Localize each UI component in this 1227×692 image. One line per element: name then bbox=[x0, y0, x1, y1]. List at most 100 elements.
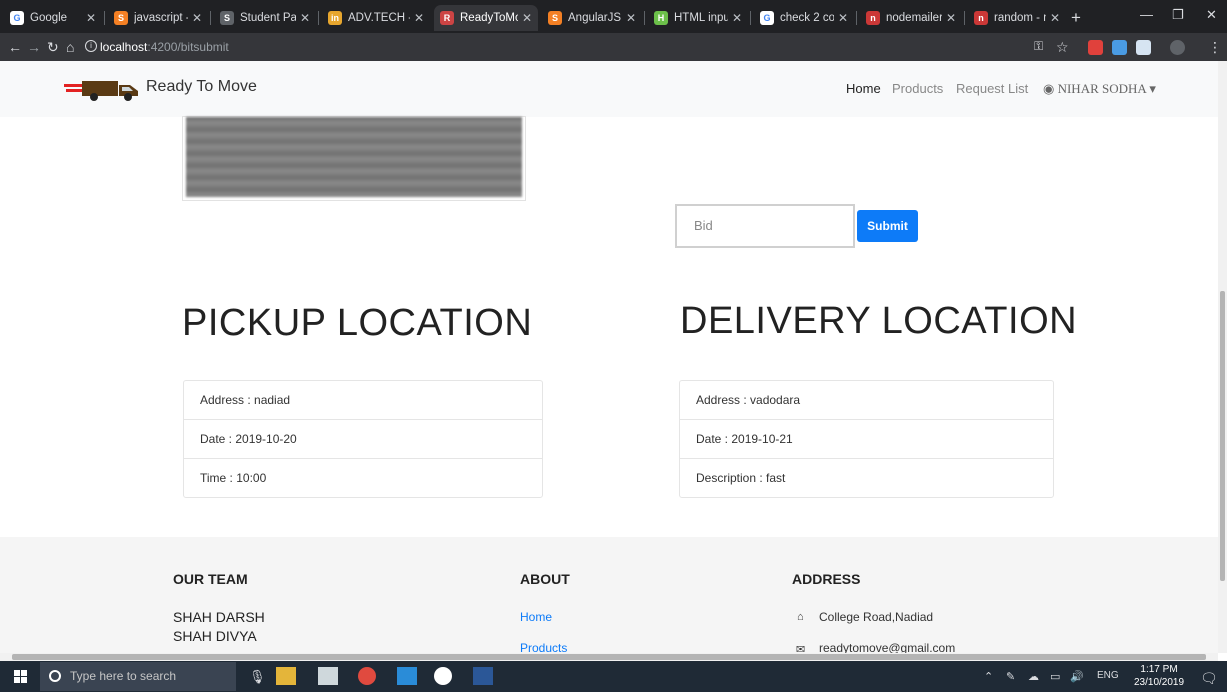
close-tab-icon[interactable]: ✕ bbox=[732, 11, 742, 25]
back-icon[interactable]: ← bbox=[8, 39, 22, 55]
list-item: Address : nadiad bbox=[184, 381, 542, 420]
opera-icon[interactable] bbox=[434, 667, 452, 685]
page: Ready To Move Home Products Request List… bbox=[0, 61, 1218, 653]
submit-button[interactable]: Submit bbox=[857, 210, 918, 242]
footer-team-heading: OUR TEAM bbox=[173, 571, 248, 587]
minimize-icon[interactable]: — bbox=[1140, 7, 1153, 22]
product-image bbox=[182, 116, 526, 201]
browser-tab[interactable]: n nodemailer ✕ bbox=[860, 5, 962, 31]
chrome-icon[interactable] bbox=[358, 667, 376, 685]
browser-tab[interactable]: in ADV.TECH - ✕ bbox=[322, 5, 430, 31]
extension-icon[interactable] bbox=[1136, 40, 1151, 55]
footer: OUR TEAM SHAH DARSH SHAH DIVYA ABOUT Hom… bbox=[0, 537, 1218, 653]
windows-taskbar: Type here to search 🎙 ⌃ ✎ ☁ ▭ 🔊 ENG 1:17… bbox=[0, 661, 1227, 692]
bid-input[interactable]: Bid bbox=[675, 204, 855, 248]
brand-name[interactable]: Ready To Move bbox=[146, 78, 257, 96]
menu-icon[interactable]: ⋮ bbox=[1208, 39, 1222, 56]
delivery-details-card: Address : vadodara Date : 2019-10-21 Des… bbox=[679, 380, 1054, 498]
student-icon: S bbox=[220, 11, 234, 25]
envelope-icon: ✉ bbox=[796, 644, 806, 653]
list-item: Time : 10:00 bbox=[200, 471, 267, 485]
taskbar-clock[interactable]: 1:17 PM 23/10/2019 bbox=[1134, 663, 1184, 689]
team-member: SHAH DARSH bbox=[173, 609, 265, 625]
close-tab-icon[interactable]: ✕ bbox=[86, 11, 96, 25]
adblock-icon[interactable] bbox=[1088, 40, 1103, 55]
close-tab-icon[interactable]: ✕ bbox=[1050, 11, 1060, 25]
delivery-location-title: DELIVERY LOCATION bbox=[680, 300, 1078, 342]
vertical-scrollbar[interactable] bbox=[1218, 61, 1227, 653]
horizontal-scrollbar[interactable] bbox=[0, 653, 1218, 661]
site-navbar: Ready To Move Home Products Request List… bbox=[0, 61, 1218, 117]
close-tab-icon[interactable]: ✕ bbox=[414, 11, 424, 25]
taskbar-search[interactable]: Type here to search bbox=[40, 662, 236, 691]
clock-time: 1:17 PM bbox=[1140, 664, 1178, 675]
browser-tab[interactable]: H HTML input ✕ bbox=[648, 5, 748, 31]
close-tab-icon[interactable]: ✕ bbox=[300, 11, 310, 25]
close-tab-icon[interactable]: ✕ bbox=[522, 11, 532, 25]
windows-start-icon[interactable] bbox=[14, 670, 27, 683]
key-icon[interactable]: ⚿ bbox=[1034, 39, 1043, 54]
people-icon[interactable]: ☁ bbox=[1028, 670, 1039, 683]
close-window-icon[interactable]: ✕ bbox=[1206, 7, 1217, 23]
new-tab-icon[interactable]: + bbox=[1071, 8, 1081, 28]
truck-logo-icon bbox=[64, 81, 138, 101]
chevron-up-icon[interactable]: ⌃ bbox=[984, 670, 993, 683]
pen-icon[interactable]: ✎ bbox=[1006, 670, 1015, 683]
search-placeholder: Type here to search bbox=[70, 669, 177, 683]
volume-icon[interactable]: 🔊 bbox=[1070, 670, 1084, 683]
scrollbar-thumb[interactable] bbox=[1220, 291, 1225, 581]
user-menu[interactable]: ◉ NIHAR SODHA ▾ bbox=[1043, 81, 1156, 97]
nav-link-home[interactable]: Home bbox=[846, 81, 881, 96]
caret-down-icon: ▾ bbox=[1149, 81, 1156, 96]
browser-tab[interactable]: S Student Pane✕ bbox=[214, 5, 316, 31]
maximize-icon[interactable]: ❐ bbox=[1172, 7, 1184, 23]
home-icon: ⌂ bbox=[797, 611, 804, 623]
browser-tab[interactable]: G Google ✕ bbox=[4, 5, 102, 31]
close-tab-icon[interactable]: ✕ bbox=[626, 11, 636, 25]
home-icon[interactable]: ⌂ bbox=[66, 39, 74, 55]
browser-tab[interactable]: S AngularJS n✕ bbox=[542, 5, 642, 31]
word-icon[interactable] bbox=[473, 667, 493, 685]
close-tab-icon[interactable]: ✕ bbox=[192, 11, 202, 25]
stackoverflow-icon: S bbox=[114, 11, 128, 25]
adv-icon: in bbox=[328, 11, 342, 25]
npm-icon: n bbox=[866, 11, 880, 25]
close-tab-icon[interactable]: ✕ bbox=[946, 11, 956, 25]
close-tab-icon[interactable]: ✕ bbox=[838, 11, 848, 25]
url-host: localhost bbox=[100, 40, 148, 54]
bookmark-star-icon[interactable]: ☆ bbox=[1056, 39, 1069, 56]
cortana-icon bbox=[49, 670, 61, 682]
profile-icon[interactable] bbox=[1170, 40, 1185, 55]
reload-icon[interactable]: ↻ bbox=[47, 39, 59, 56]
scrollbar-thumb[interactable] bbox=[12, 654, 1206, 660]
npm-icon: n bbox=[974, 11, 988, 25]
browser-address-bar: ← → ↻ ⌂ i localhost:4200/bitsubmit ⚿ ☆ ⋮ bbox=[0, 33, 1227, 61]
extension-icon[interactable] bbox=[1112, 40, 1127, 55]
html-icon: H bbox=[654, 11, 668, 25]
info-icon[interactable]: i bbox=[85, 40, 97, 52]
nav-link-request-list[interactable]: Request List bbox=[956, 81, 1028, 96]
browser-tab[interactable]: n random - np✕ bbox=[968, 5, 1066, 31]
footer-link-products[interactable]: Products bbox=[520, 641, 567, 653]
browser-tab[interactable]: G check 2 cond✕ bbox=[754, 5, 854, 31]
notifications-icon[interactable]: 🗨 bbox=[1200, 670, 1218, 687]
forward-icon[interactable]: → bbox=[27, 39, 41, 55]
readytomove-icon: R bbox=[440, 11, 454, 25]
language-indicator[interactable]: ENG bbox=[1097, 670, 1119, 681]
url-field[interactable]: localhost:4200/bitsubmit bbox=[100, 40, 229, 54]
footer-about-heading: ABOUT bbox=[520, 571, 570, 587]
nav-link-products[interactable]: Products bbox=[892, 81, 943, 96]
battery-icon[interactable]: ▭ bbox=[1050, 670, 1060, 683]
browser-tab-active[interactable]: R ReadyToMov✕ bbox=[434, 5, 538, 31]
list-item: Date : 2019-10-20 bbox=[184, 420, 542, 459]
vscode-icon[interactable] bbox=[397, 667, 417, 685]
google-icon: G bbox=[760, 11, 774, 25]
url-path: :4200/bitsubmit bbox=[147, 40, 229, 54]
footer-link-home[interactable]: Home bbox=[520, 610, 552, 624]
list-item: Address : vadodara bbox=[680, 381, 1053, 420]
mail-icon[interactable] bbox=[318, 667, 338, 685]
file-explorer-icon[interactable] bbox=[276, 667, 296, 685]
browser-tab[interactable]: S javascript - L✕ bbox=[108, 5, 208, 31]
microphone-icon[interactable]: 🎙 bbox=[249, 669, 266, 685]
list-item: Date : 2019-10-21 bbox=[680, 420, 1053, 459]
